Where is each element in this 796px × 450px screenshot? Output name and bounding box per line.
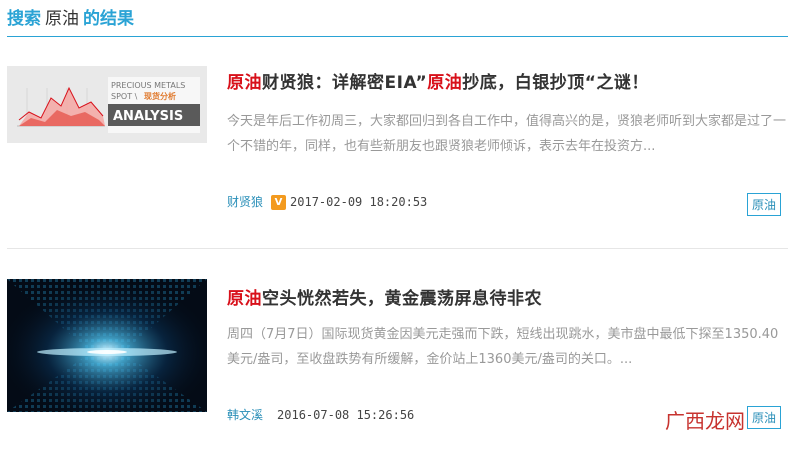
- result-meta: 财贤狼 V 2017-02-09 18:20:53: [227, 193, 427, 210]
- digital-tunnel-image: [7, 279, 207, 412]
- result-title[interactable]: 原油财贤狼：详解密EIA”原油抄底，白银抄顶“之谜！: [227, 68, 649, 93]
- title-prefix: 搜索: [7, 9, 41, 29]
- site-watermark: 广西龙网: [665, 405, 745, 434]
- result-thumbnail[interactable]: [7, 279, 207, 412]
- thumb-line1: PRECIOUS METALS: [111, 81, 185, 90]
- tag-link[interactable]: 原油: [746, 406, 781, 429]
- publish-date: 2016-07-08 15:26:56: [277, 408, 415, 422]
- watermark-text: 广西龙网: [665, 409, 745, 433]
- thumb-line2: SPOT \: [111, 92, 138, 101]
- result-meta: 韩文溪 2016-07-08 15:26:56: [227, 406, 414, 423]
- title-highlight: 原油: [227, 73, 262, 93]
- title-suffix: 的结果: [83, 9, 134, 29]
- verified-badge-icon: V: [271, 195, 287, 210]
- title-text: 空头恍然若失，黄金震荡屏息待非农: [262, 289, 542, 309]
- page-title: 搜索 原油 的结果: [7, 4, 134, 29]
- thumb-line2b: 现货分析: [144, 91, 176, 101]
- title-highlight: 原油: [227, 289, 262, 309]
- result-summary: 周四（7月7日）国际现货黄金因美元走强而下跌，短线出现跳水，美市盘中最低下探至1…: [227, 327, 779, 367]
- results-header: 搜索 原油 的结果: [7, 0, 788, 37]
- tag-link[interactable]: 原油: [746, 193, 781, 216]
- publish-date: 2017-02-09 18:20:53: [290, 195, 428, 209]
- result-summary: 今天是年后工作初周三，大家都回归到各自工作中，值得高兴的是，贤狼老师听到大家都是…: [227, 114, 787, 154]
- title-highlight: 原油: [427, 73, 463, 93]
- author-link[interactable]: 财贤狼: [227, 195, 263, 209]
- author-link[interactable]: 韩文溪: [227, 408, 263, 422]
- thumb-line3: ANALYSIS: [113, 109, 183, 124]
- analysis-chart-image: PRECIOUS METALS SPOT \ 现货分析 ANALYSIS: [7, 66, 207, 143]
- result-title[interactable]: 原油空头恍然若失，黄金震荡屏息待非农: [227, 284, 542, 309]
- search-keyword: 原油: [45, 9, 79, 29]
- title-text: 财贤狼：详解密EIA”: [262, 73, 428, 93]
- result-thumbnail[interactable]: PRECIOUS METALS SPOT \ 现货分析 ANALYSIS: [7, 66, 207, 143]
- result-item: PRECIOUS METALS SPOT \ 现货分析 ANALYSIS 原油财…: [7, 66, 788, 249]
- title-text: 抄底，白银抄顶“之谜！: [462, 73, 649, 93]
